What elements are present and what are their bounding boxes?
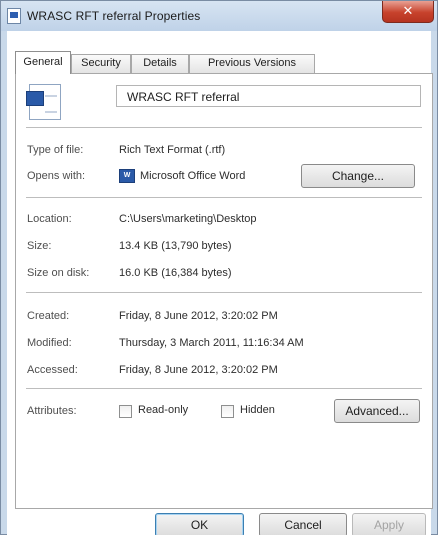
- window-title: WRASC RFT referral Properties: [27, 9, 201, 23]
- ok-button[interactable]: OK: [155, 513, 244, 535]
- tab-security[interactable]: Security: [71, 54, 131, 73]
- location-value: C:\Users\marketing\Desktop: [119, 213, 257, 225]
- cancel-button[interactable]: Cancel: [259, 513, 347, 535]
- location-label: Location:: [27, 213, 72, 225]
- read-only-label: Read-only: [138, 404, 189, 416]
- general-panel: WRASC RFT referral Type of file: Rich Te…: [15, 73, 433, 509]
- size-on-disk-label: Size on disk:: [27, 267, 90, 279]
- attributes-label: Attributes:: [27, 405, 77, 417]
- separator: [26, 388, 422, 389]
- type-of-file-label: Type of file:: [27, 144, 84, 156]
- dialog-body: General Security Details Previous Versio…: [7, 31, 433, 535]
- advanced-button[interactable]: Advanced...: [334, 399, 420, 423]
- hidden-label: Hidden: [240, 404, 275, 416]
- created-label: Created:: [27, 310, 70, 322]
- accessed-value: Friday, 8 June 2012, 3:20:02 PM: [119, 364, 278, 376]
- hidden-box[interactable]: [221, 405, 234, 418]
- properties-window: WRASC RFT referral Properties ✕ General …: [0, 0, 438, 535]
- title-bar[interactable]: WRASC RFT referral Properties ✕: [1, 1, 437, 31]
- opens-with-value: Microsoft Office Word: [140, 170, 246, 182]
- size-on-disk-value: 16.0 KB (16,384 bytes): [119, 267, 232, 279]
- size-label: Size:: [27, 240, 52, 252]
- word-app-icon: W: [119, 169, 135, 183]
- document-icon: [7, 8, 21, 24]
- read-only-box[interactable]: [119, 405, 132, 418]
- tab-previous-versions[interactable]: Previous Versions: [189, 54, 315, 73]
- opens-with-label: Opens with:: [27, 170, 86, 182]
- close-button[interactable]: ✕: [382, 1, 434, 23]
- apply-button[interactable]: Apply: [352, 513, 426, 535]
- separator: [26, 127, 422, 128]
- size-value: 13.4 KB (13,790 bytes): [119, 240, 232, 252]
- change-button[interactable]: Change...: [301, 164, 415, 188]
- tab-details[interactable]: Details: [131, 54, 189, 73]
- separator: [26, 197, 422, 198]
- type-of-file-value: Rich Text Format (.rtf): [119, 144, 226, 156]
- modified-value: Thursday, 3 March 2011, 11:16:34 AM: [119, 337, 304, 349]
- tab-general[interactable]: General: [15, 51, 71, 74]
- file-name-input[interactable]: WRASC RFT referral: [116, 85, 421, 107]
- separator: [26, 292, 422, 293]
- accessed-label: Accessed:: [27, 364, 78, 376]
- word-document-icon: [26, 84, 61, 120]
- modified-label: Modified:: [27, 337, 72, 349]
- created-value: Friday, 8 June 2012, 3:20:02 PM: [119, 310, 278, 322]
